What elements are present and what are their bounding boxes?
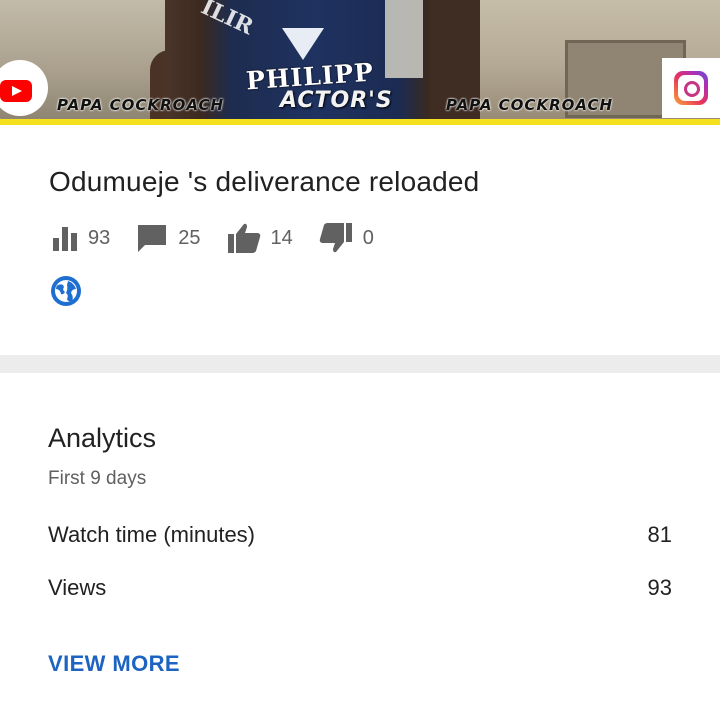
video-stats: 93 25 14 0 [52, 222, 400, 254]
analytics-row-label: Watch time (minutes) [48, 522, 256, 547]
views-stat: 93 [52, 225, 110, 251]
watermark-right: PAPA COCKROACH [446, 96, 614, 114]
thumbs-up-icon [227, 223, 260, 253]
thumbs-down-icon [319, 223, 352, 253]
thumbnail-accent-line [0, 119, 720, 125]
analytics-title: Analytics [48, 423, 157, 453]
dislikes-count: 0 [362, 226, 374, 249]
dislikes-stat: 0 [319, 222, 374, 254]
views-count: 93 [88, 226, 111, 249]
watermark-left: PAPA COCKROACH [57, 96, 225, 114]
bar-chart-icon [53, 227, 77, 251]
analytics-row-label: Views [48, 575, 107, 600]
comment-icon [138, 225, 167, 252]
comments-count: 25 [178, 226, 201, 249]
thumbnail-cloth [385, 0, 423, 78]
likes-count: 14 [270, 226, 293, 249]
analytics-row-watch-time: Watch time (minutes) 81 [48, 522, 672, 548]
analytics-row-value: 93 [647, 575, 672, 600]
overlay-text: ACTOR'S [280, 88, 393, 113]
globe-icon [51, 276, 81, 306]
analytics-subtitle: First 9 days [48, 468, 147, 489]
instagram-logo-icon [662, 58, 720, 118]
video-title: Odumueje 's deliverance reloaded [49, 166, 480, 197]
section-divider [0, 355, 720, 373]
video-thumbnail[interactable]: ILIR PHILIPP ACTOR'S PAPA COCKROACH PAPA… [0, 0, 720, 120]
analytics-row-value: 81 [647, 522, 672, 547]
comments-stat: 25 [136, 223, 201, 253]
view-more-button[interactable]: VIEW MORE [48, 651, 180, 677]
likes-stat: 14 [227, 222, 293, 254]
analytics-row-views: Views 93 [48, 575, 672, 601]
